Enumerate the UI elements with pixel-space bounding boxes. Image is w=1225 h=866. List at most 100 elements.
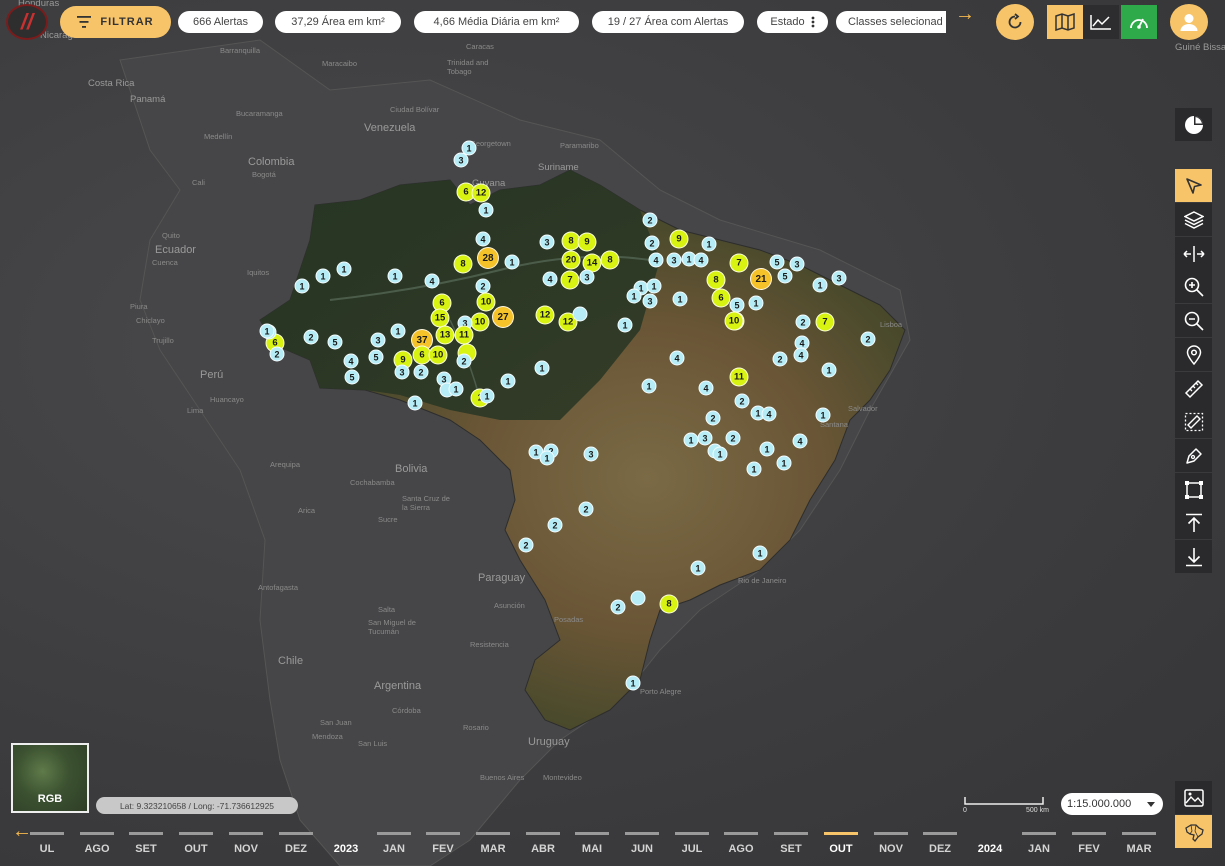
alert-marker[interactable]: 3 [666,252,682,268]
alert-marker[interactable]: 1 [748,295,764,311]
alert-marker[interactable]: 2 [456,353,472,369]
alert-marker[interactable]: 3 [831,270,847,286]
timeline-month[interactable]: JAN [1020,832,1058,862]
alert-marker[interactable]: 1 [315,268,331,284]
timeline-month[interactable]: AGO [722,832,760,862]
alert-marker[interactable]: 20 [561,250,581,270]
alert-marker[interactable]: 1 [625,675,641,691]
timeline-month[interactable]: JAN [375,832,413,862]
alert-marker[interactable]: 11 [454,325,474,345]
alert-marker[interactable]: 2 [518,537,534,553]
alert-marker[interactable]: 3 [579,269,595,285]
alert-marker[interactable]: 3 [394,364,410,380]
alert-marker[interactable]: 1 [641,378,657,394]
alert-marker[interactable]: 3 [583,446,599,462]
alert-marker[interactable]: 8 [600,250,620,270]
zoom-in-button[interactable] [1175,270,1212,303]
arrow-right-icon[interactable]: → [955,3,975,26]
swipe-compare-button[interactable] [1175,237,1212,270]
alert-marker[interactable]: 4 [542,271,558,287]
locate-button[interactable] [1175,338,1212,371]
alert-marker[interactable]: 2 [795,314,811,330]
download-button[interactable] [1175,540,1212,573]
alert-marker[interactable]: 1 [534,360,550,376]
alert-marker[interactable]: 10 [476,292,496,312]
filter-button[interactable]: FILTRAR [60,6,171,38]
alert-marker[interactable]: 5 [777,268,793,284]
alert-marker[interactable]: 5 [729,297,745,313]
alert-marker[interactable]: 3 [642,293,658,309]
alert-marker[interactable]: 2 [269,346,285,362]
alert-marker[interactable]: 10 [470,312,490,332]
alert-marker[interactable]: 1 [759,441,775,457]
state-dropdown[interactable]: Estado [757,11,828,33]
timeline-month[interactable]: DEZ [277,832,315,862]
alert-marker[interactable]: 3 [453,152,469,168]
alert-marker[interactable]: 1 [672,291,688,307]
alert-marker[interactable]: 1 [336,261,352,277]
area-pill[interactable]: 37,29 Área em km² [275,11,401,33]
region-selector-button[interactable] [1175,815,1212,848]
alert-marker[interactable]: 6 [711,288,731,308]
alert-marker[interactable]: 15 [430,308,450,328]
alert-marker[interactable]: 3 [370,332,386,348]
daily-average-pill[interactable]: 4,66 Média Diária em km² [414,11,579,33]
alert-marker[interactable]: 2 [644,235,660,251]
timeline-year[interactable]: 2024 [971,832,1009,862]
alert-marker[interactable] [572,306,588,322]
alert-marker[interactable]: 1 [690,560,706,576]
alert-marker[interactable]: 2 [734,393,750,409]
user-avatar-button[interactable] [1170,4,1208,40]
timeline-month[interactable]: OUT [177,832,215,862]
alert-marker[interactable]: 4 [792,433,808,449]
timeline-month[interactable]: OUT [822,832,860,862]
alert-marker[interactable]: 1 [752,545,768,561]
draw-button[interactable] [1175,439,1212,472]
timeline-month[interactable]: NOV [227,832,265,862]
alert-marker[interactable]: 5 [344,369,360,385]
alert-marker[interactable] [630,590,646,606]
alert-marker[interactable]: 2 [725,430,741,446]
timeline-month[interactable]: MAR [474,832,512,862]
alert-marker[interactable]: 2 [413,364,429,380]
timeline-month[interactable]: UL [28,832,66,862]
timeline-year[interactable]: 2023 [327,832,365,862]
app-logo[interactable]: // [6,4,48,40]
map-view-button[interactable] [1047,5,1083,39]
alert-marker[interactable]: 2 [578,501,594,517]
alert-marker[interactable]: 4 [793,347,809,363]
classes-dropdown[interactable]: Classes selecionad [836,11,946,33]
alert-marker[interactable]: 12 [471,183,491,203]
refresh-button[interactable] [996,4,1034,40]
basemap-thumbnail[interactable]: RGB [11,743,89,813]
layers-button[interactable] [1175,203,1212,236]
alert-marker[interactable]: 10 [724,311,744,331]
alert-marker[interactable]: 1 [407,395,423,411]
alert-marker[interactable]: 2 [642,212,658,228]
draw-polygon-button[interactable] [1175,473,1212,506]
alert-marker[interactable]: 4 [693,252,709,268]
alert-marker[interactable]: 2 [475,278,491,294]
alert-marker[interactable]: 1 [626,288,642,304]
alert-marker[interactable]: 1 [294,278,310,294]
alert-marker[interactable]: 3 [539,234,555,250]
alert-marker[interactable]: 4 [669,350,685,366]
map-canvas[interactable]: Honduras Nicaragua Costa Rica Panamá Col… [0,0,1225,866]
timeline-month[interactable]: MAR [1120,832,1158,862]
alert-marker[interactable]: 2 [772,351,788,367]
alert-marker[interactable]: 27 [492,306,514,328]
measure-area-button[interactable] [1175,405,1212,438]
upload-button[interactable] [1175,506,1212,539]
chart-view-button[interactable] [1083,5,1119,39]
alert-marker[interactable]: 1 [390,323,406,339]
alert-marker[interactable]: 5 [327,334,343,350]
alert-marker[interactable]: 3 [697,430,713,446]
alert-marker[interactable]: 1 [479,388,495,404]
alert-marker[interactable]: 7 [729,253,749,273]
alert-marker[interactable]: 3 [789,256,805,272]
timeline-month[interactable]: JUL [673,832,711,862]
basemap-toggle-button[interactable] [1175,781,1212,814]
alert-marker[interactable]: 10 [428,345,448,365]
measure-distance-button[interactable] [1175,372,1212,405]
alert-marker[interactable]: 4 [424,273,440,289]
